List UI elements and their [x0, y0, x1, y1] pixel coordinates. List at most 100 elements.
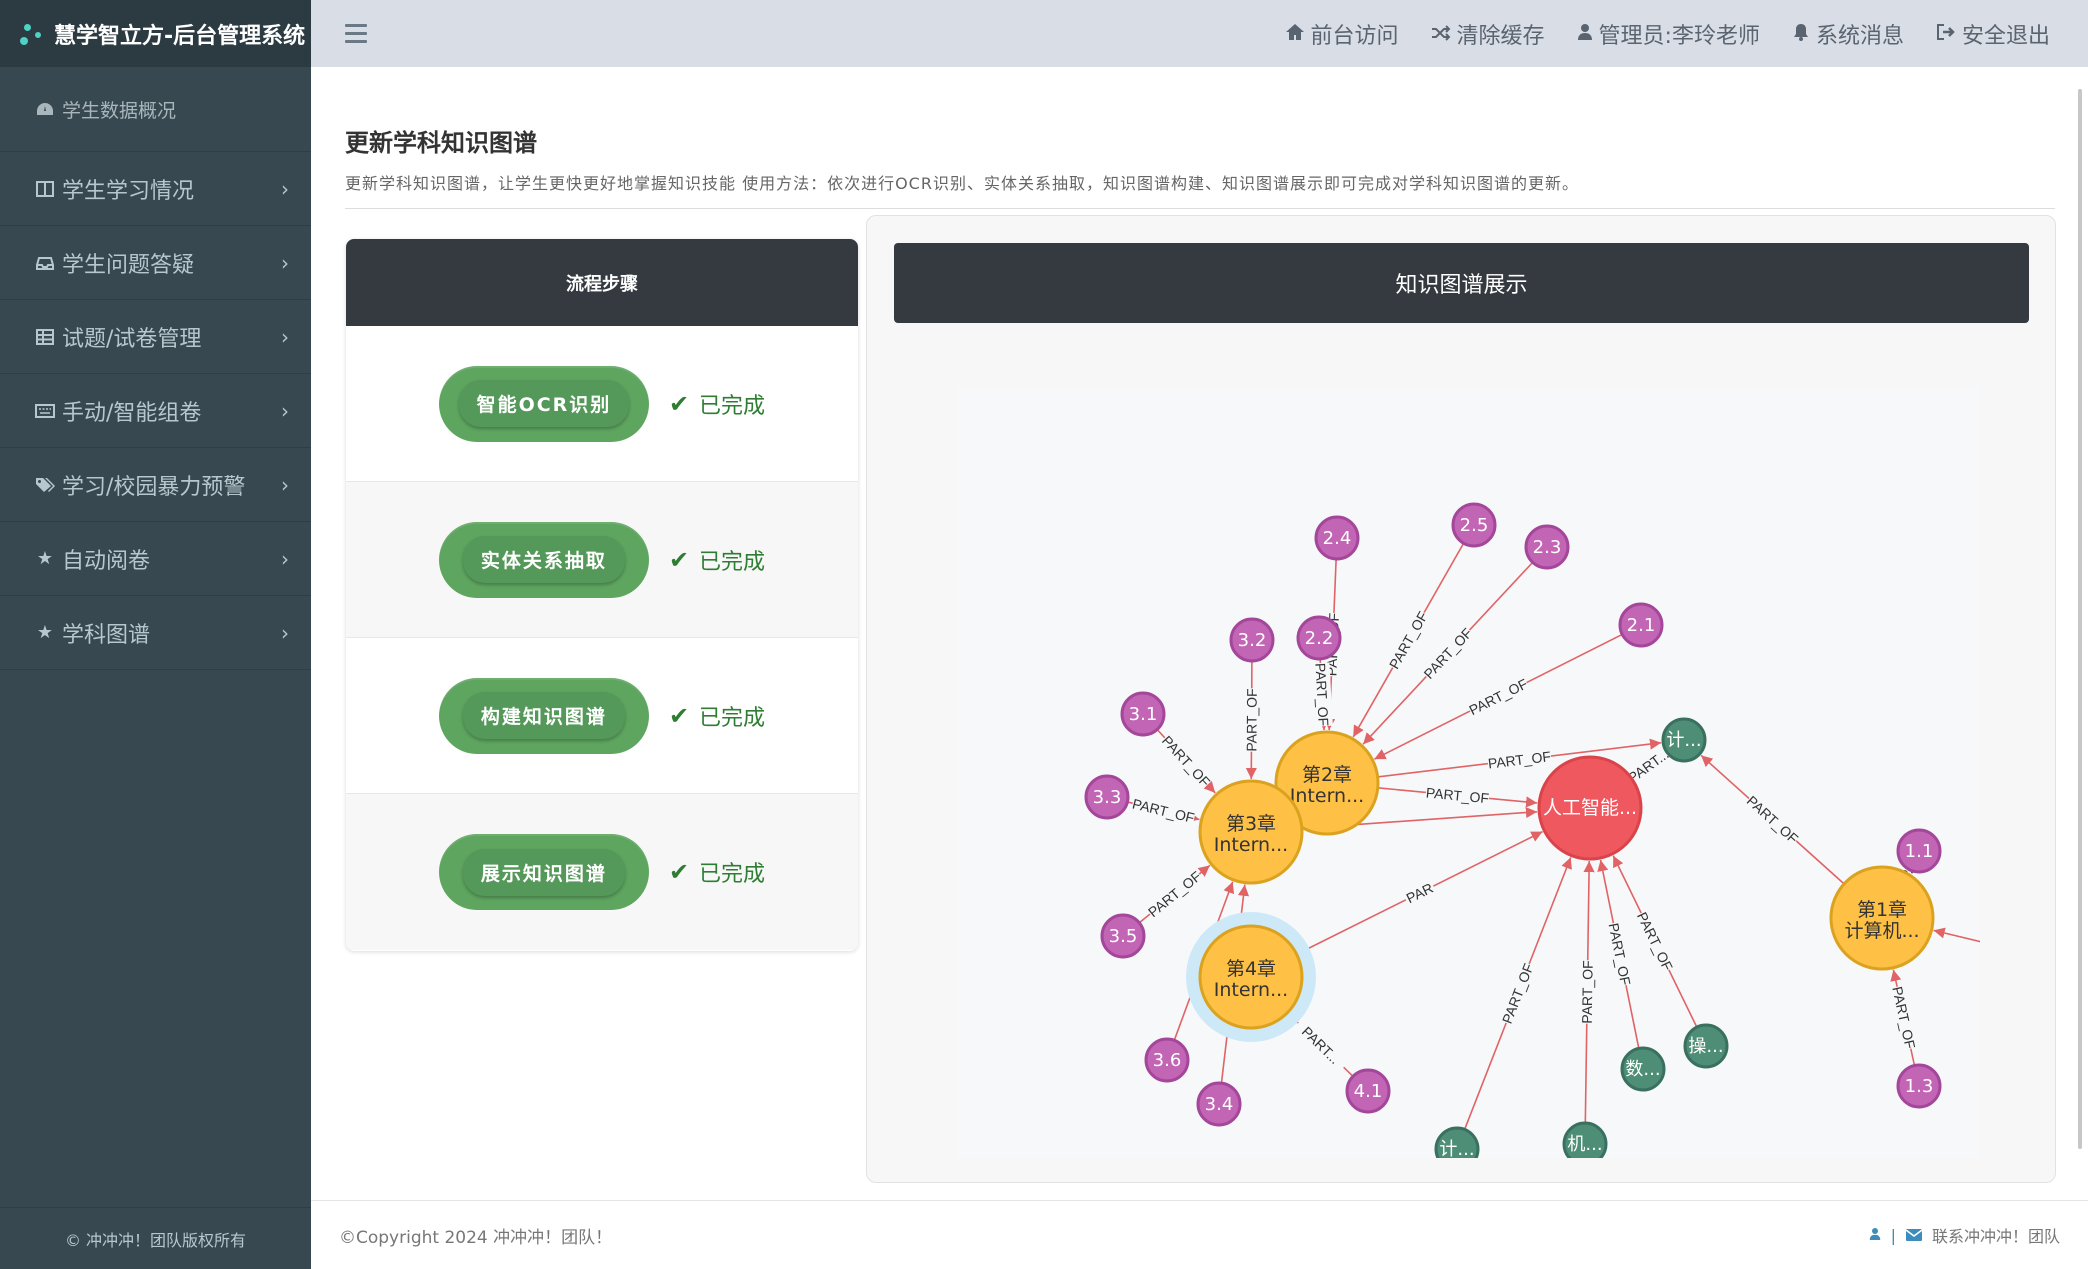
footer-contact[interactable]: | 联系冲冲冲！团队: [1869, 1223, 2060, 1247]
chevron-right-icon: ›: [281, 176, 289, 201]
graph-node-section[interactable]: 2.1: [1618, 602, 1664, 648]
home-icon: [1285, 22, 1305, 46]
step-button-label: 展示知识图谱: [462, 848, 625, 896]
graph-node-label: 计...: [1666, 730, 1701, 751]
graph-node-section[interactable]: 3.5: [1100, 913, 1146, 959]
graph-node-topic[interactable]: 数...: [1620, 1046, 1666, 1092]
sidebar: 慧学智立方-后台管理系统 学生数据概况 学生学习情况 › 学生问题答疑 › 试题…: [0, 0, 311, 1269]
check-icon: ✔: [668, 858, 690, 886]
table-icon: [34, 328, 56, 345]
user-icon: [1577, 22, 1593, 46]
page-header: 更新学科知识图谱 更新学科知识图谱，让学生更快更好地掌握知识技能 使用方法：依次…: [345, 123, 2055, 209]
sidebar-item-subject-graph[interactable]: ★ 学科图谱 ›: [0, 596, 311, 670]
graph-node-section[interactable]: 3.4: [1196, 1081, 1242, 1127]
star-icon: ★: [36, 622, 54, 643]
envelope-icon: [1905, 1226, 1923, 1245]
graph-node-label: 1.1: [1905, 841, 1934, 862]
graph-node-label: 3.6: [1153, 1050, 1182, 1071]
graph-node-topic[interactable]: 操...: [1683, 1023, 1729, 1069]
graph-node-section[interactable]: 1.1: [1896, 828, 1942, 874]
top-link-label: 安全退出: [1961, 23, 2050, 49]
menu-toggle-icon[interactable]: [345, 24, 367, 43]
star-icon: ★: [36, 548, 54, 569]
clear-cache-link[interactable]: 清除缓存: [1431, 18, 1545, 50]
sidebar-item-warning[interactable]: 学习/校园暴力预警 ›: [0, 448, 311, 522]
admin-user-link[interactable]: 管理员:李玲老师: [1577, 18, 1760, 50]
sidebar-item-learning[interactable]: 学生学习情况 ›: [0, 152, 311, 226]
check-icon: ✔: [668, 701, 690, 730]
sidebar-item-overview[interactable]: 学生数据概况: [0, 67, 311, 152]
graph-node-section[interactable]: 3.1: [1120, 691, 1166, 737]
graph-node-section[interactable]: 3.6: [1144, 1037, 1190, 1083]
graph-node-section[interactable]: 3.3: [1084, 774, 1130, 820]
graph-node-label: 第4章: [1226, 958, 1276, 980]
edge-label: PART_OF: [1243, 688, 1259, 751]
sidebar-menu: 学生数据概况 学生学习情况 › 学生问题答疑 › 试题/试卷管理 › 手动/智能…: [0, 67, 311, 670]
sidebar-copyright: © 冲冲冲！团队版权所有: [0, 1207, 311, 1269]
graph-node-section[interactable]: 2.5: [1451, 502, 1497, 548]
sidebar-item-grading[interactable]: ★ 自动阅卷 ›: [0, 522, 311, 596]
graph-node-label: 操...: [1688, 1036, 1723, 1057]
page-description: 更新学科知识图谱，让学生更快更好地掌握知识技能 使用方法：依次进行OCR识别、实…: [345, 170, 2055, 209]
graph-node-section[interactable]: 2.4: [1314, 515, 1360, 561]
logout-link[interactable]: 安全退出: [1936, 18, 2050, 50]
edge-label: PART_OF: [1579, 960, 1596, 1024]
graph-node-section[interactable]: 3.2: [1229, 617, 1275, 663]
step-status: ✔ 已完成: [669, 856, 765, 888]
graph-node-section[interactable]: 4.1: [1345, 1068, 1391, 1114]
graph-node-label: 3.3: [1093, 787, 1122, 808]
graph-node-label: 第2章: [1302, 764, 1352, 786]
footer-divider: |: [1890, 1225, 1896, 1245]
relation-extract-button[interactable]: 实体关系抽取: [438, 521, 649, 598]
knowledge-graph-canvas[interactable]: PART_OFPART_OFPART_OFPART_OFPART_OFPART_…: [957, 388, 1980, 1158]
graph-node-label: 第3章: [1226, 813, 1276, 835]
graph-node-label: 3.4: [1205, 1094, 1234, 1115]
top-link-label: 系统消息: [1815, 23, 1904, 49]
keyboard-icon: [34, 403, 56, 418]
graph-node-label: 数...: [1625, 1059, 1660, 1080]
step-status: ✔ 已完成: [669, 544, 765, 576]
chevron-right-icon: ›: [281, 324, 289, 349]
sidebar-item-label: 学生数据概况: [62, 99, 177, 122]
sidebar-item-exams[interactable]: 试题/试卷管理 ›: [0, 300, 311, 374]
sidebar-item-qa[interactable]: 学生问题答疑 ›: [0, 226, 311, 300]
graph-node-topic[interactable]: 机...: [1562, 1121, 1608, 1158]
step-row-show: 展示知识图谱 ✔ 已完成: [346, 794, 858, 950]
bell-icon: [1792, 22, 1810, 46]
step-row-build: 构建知识图谱 ✔ 已完成: [346, 638, 858, 794]
graph-node-topic[interactable]: 计...: [1434, 1126, 1480, 1158]
sidebar-item-label: 自动阅卷: [62, 548, 151, 574]
front-visit-link[interactable]: 前台访问: [1285, 18, 1399, 50]
sidebar-item-label: 学习/校园暴力预警: [62, 474, 246, 500]
graph-node-label: 4.1: [1354, 1081, 1383, 1102]
graph-node-label: 机...: [1567, 1134, 1602, 1155]
ocr-button[interactable]: 智能OCR识别: [438, 365, 649, 442]
top-link-label: 管理员:李玲老师: [1598, 23, 1760, 49]
brand[interactable]: 慧学智立方-后台管理系统: [0, 0, 311, 67]
graph-node-section[interactable]: 2.3: [1524, 524, 1570, 570]
graph-node-topic[interactable]: 计...: [1661, 717, 1707, 763]
chevron-right-icon: ›: [281, 472, 289, 497]
show-graph-button[interactable]: 展示知识图谱: [438, 834, 649, 910]
graph-node-chapter[interactable]: 第3章Intern...: [1198, 779, 1304, 885]
build-graph-button[interactable]: 构建知识图谱: [438, 677, 649, 754]
graph-node-chapter[interactable]: 第1章计算机...: [1829, 865, 1935, 971]
graph-node-sublabel: Intern...: [1214, 834, 1288, 856]
graph-node-section[interactable]: 2.2: [1296, 615, 1342, 661]
graph-node-section[interactable]: 1.3: [1896, 1063, 1942, 1109]
graph-node-label: 2.2: [1305, 628, 1334, 649]
system-messages-link[interactable]: 系统消息: [1792, 18, 1904, 50]
page-title: 更新学科知识图谱: [345, 129, 537, 157]
knowledge-graph-panel: 知识图谱展示 PART_OF PART_OF PART_OF PART_OF PART_…: [866, 215, 2056, 1183]
step-status-label: 已完成: [699, 705, 766, 731]
step-button-label: 智能OCR识别: [458, 380, 630, 427]
main-content: 更新学科知识图谱 更新学科知识图谱，让学生更快更好地掌握知识技能 使用方法：依次…: [311, 67, 2088, 1200]
step-status-label: 已完成: [699, 393, 766, 419]
graph-node-root[interactable]: 人工智能...: [1537, 755, 1643, 861]
graph-node-label: 2.4: [1323, 528, 1352, 549]
graph-node-sublabel: 计算机...: [1844, 920, 1919, 942]
content-scrollbar[interactable]: [2078, 89, 2082, 1149]
graph-node-chapter[interactable]: 第4章Intern...: [1186, 912, 1316, 1042]
shuffle-icon: [1431, 22, 1451, 46]
sidebar-item-compose[interactable]: 手动/智能组卷 ›: [0, 374, 311, 448]
